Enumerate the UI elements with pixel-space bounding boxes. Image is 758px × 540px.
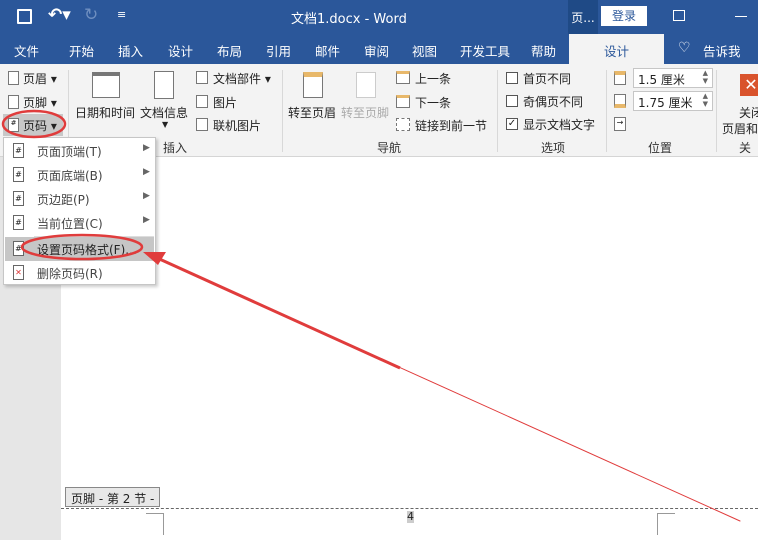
annotation-circle-format [20, 233, 144, 261]
annotation-overlay [1, 109, 741, 522]
annotation-arrow-head [143, 252, 166, 265]
annotation-circle-page-number [1, 109, 67, 139]
